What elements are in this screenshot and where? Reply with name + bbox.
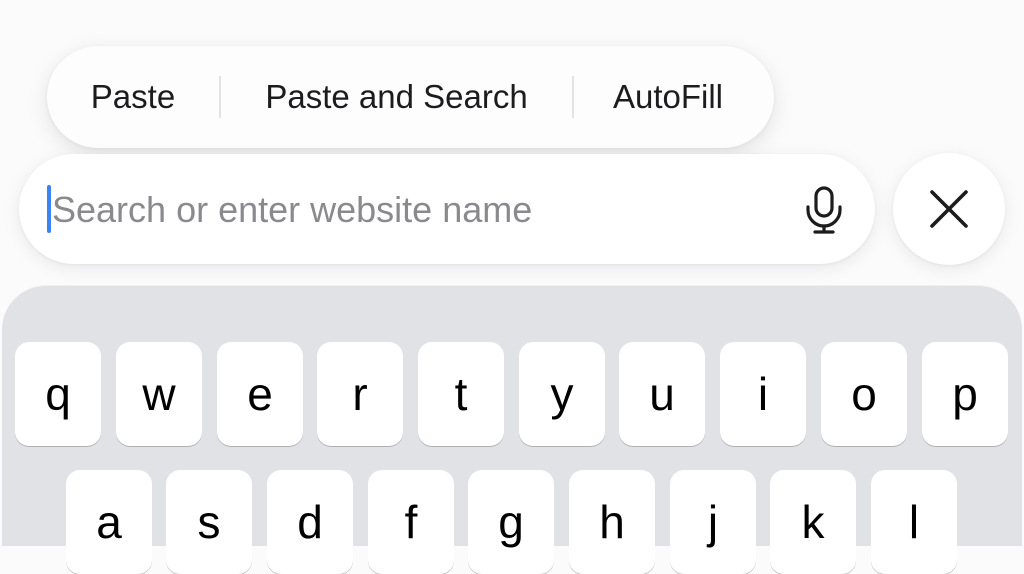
autofill-button[interactable]: AutoFill <box>574 46 762 148</box>
key-s[interactable]: s <box>166 470 252 574</box>
key-j[interactable]: j <box>670 470 756 574</box>
key-a[interactable]: a <box>66 470 152 574</box>
close-icon <box>930 190 968 228</box>
key-w[interactable]: w <box>116 342 202 446</box>
paste-and-search-button[interactable]: Paste and Search <box>221 46 572 148</box>
microphone-icon[interactable] <box>803 186 845 234</box>
key-d[interactable]: d <box>267 470 353 574</box>
key-t[interactable]: t <box>418 342 504 446</box>
key-p[interactable]: p <box>922 342 1008 446</box>
key-i[interactable]: i <box>720 342 806 446</box>
key-q[interactable]: q <box>15 342 101 446</box>
key-h[interactable]: h <box>569 470 655 574</box>
key-l[interactable]: l <box>871 470 957 574</box>
paste-button[interactable]: Paste <box>47 46 219 148</box>
key-r[interactable]: r <box>317 342 403 446</box>
key-e[interactable]: e <box>217 342 303 446</box>
key-u[interactable]: u <box>619 342 705 446</box>
search-input[interactable] <box>52 182 792 238</box>
edit-menu: Paste Paste and Search AutoFill <box>47 46 774 148</box>
key-y[interactable]: y <box>519 342 605 446</box>
key-o[interactable]: o <box>821 342 907 446</box>
close-button[interactable] <box>893 153 1005 265</box>
key-k[interactable]: k <box>770 470 856 574</box>
key-f[interactable]: f <box>368 470 454 574</box>
key-g[interactable]: g <box>468 470 554 574</box>
text-caret <box>47 185 51 233</box>
